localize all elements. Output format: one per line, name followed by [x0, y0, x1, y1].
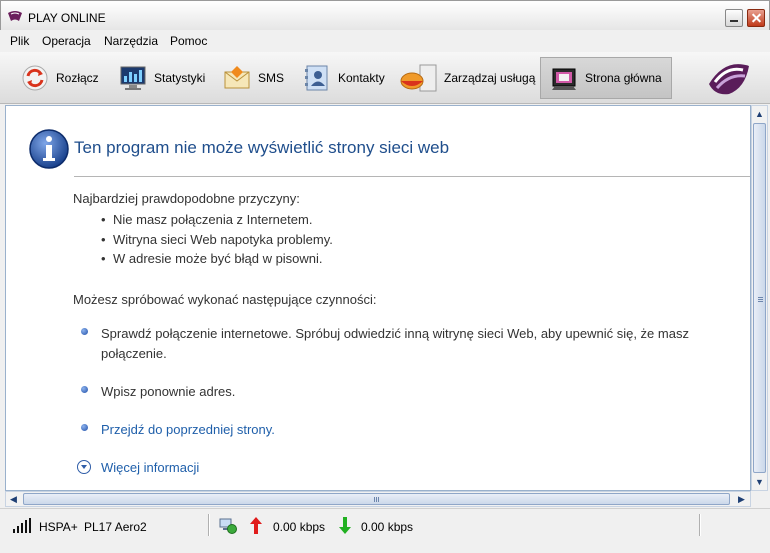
contacts-icon — [305, 65, 328, 91]
status-separator — [699, 514, 701, 536]
close-button[interactable] — [747, 9, 765, 27]
divider — [74, 176, 750, 177]
download-arrow-icon — [339, 517, 351, 534]
manage-service-button[interactable]: Zarządzaj usługą — [398, 57, 535, 99]
vertical-scrollbar[interactable]: ▲ ▼ — [751, 105, 768, 491]
menu-bar: Plik Operacja Narzędzia Pomoc — [0, 30, 770, 52]
minimize-button[interactable] — [725, 9, 743, 27]
window-title: PLAY ONLINE — [28, 11, 106, 25]
action-check-connection-cont: połączenie. — [101, 346, 167, 361]
upload-arrow-icon — [250, 517, 262, 534]
web-content: Ten program nie może wyświetlić strony s… — [5, 105, 751, 491]
status-bar: HSPA+ PL17 Aero2 0.00 kbps 0.00 kbps — [0, 508, 770, 553]
signal-strength-icon — [13, 518, 31, 533]
list-item: Nie masz połączenia z Internetem. — [101, 212, 312, 227]
device-name: PL17 Aero2 — [84, 520, 147, 534]
list-item: W adresie może być błąd w pisowni. — [101, 251, 323, 266]
network-connection-icon — [219, 518, 237, 534]
contacts-label: Kontakty — [338, 71, 385, 85]
list-item: Witryna sieci Web napotyka problemy. — [101, 232, 333, 247]
horizontal-scroll-thumb[interactable] — [23, 493, 730, 505]
play-logo-icon — [8, 11, 22, 21]
disconnect-label: Rozłącz — [56, 71, 99, 85]
menu-operation[interactable]: Operacja — [42, 34, 91, 48]
home-page-button[interactable]: Strona główna — [540, 57, 672, 99]
action-check-connection: Sprawdź połączenie internetowe. Spróbuj … — [101, 326, 689, 341]
statistics-label: Statystyki — [154, 71, 206, 85]
upload-speed: 0.00 kbps — [273, 520, 326, 534]
network-type: HSPA+ — [39, 520, 78, 534]
expand-chevron-icon[interactable] — [77, 460, 91, 474]
toolbar: Rozłącz Statystyki SMS Kontakty Zarządza… — [0, 52, 770, 104]
menu-tools[interactable]: Narzędzia — [104, 34, 158, 48]
horizontal-scrollbar[interactable]: ◀ ▶ — [5, 491, 751, 507]
disconnect-icon — [22, 65, 48, 91]
scroll-up-icon[interactable]: ▲ — [752, 106, 767, 122]
scrollbar-corner — [751, 491, 768, 507]
error-title: Ten program nie może wyświetlić strony s… — [74, 138, 450, 157]
scroll-down-icon[interactable]: ▼ — [752, 474, 767, 490]
status-separator — [208, 514, 210, 536]
play-brand-logo-icon — [709, 64, 749, 95]
causes-heading: Najbardziej prawdopodobne przyczyny: — [73, 191, 300, 206]
bullet-icon — [81, 386, 88, 393]
bullet-icon — [81, 328, 88, 335]
manage-service-icon — [400, 64, 437, 92]
scroll-right-icon[interactable]: ▶ — [734, 491, 749, 507]
bullet-icon — [81, 424, 88, 431]
menu-file[interactable]: Plik — [10, 34, 29, 48]
scroll-left-icon[interactable]: ◀ — [6, 491, 21, 507]
statistics-button[interactable]: Statystyki — [118, 57, 205, 99]
title-bar: PLAY ONLINE — [0, 0, 770, 30]
home-page-icon — [552, 68, 576, 90]
menu-help[interactable]: Pomoc — [170, 34, 207, 48]
manage-service-label: Zarządzaj usługą — [444, 71, 536, 85]
sms-label: SMS — [258, 71, 285, 85]
sms-button[interactable]: SMS — [222, 57, 284, 99]
actions-heading: Możesz spróbować wykonać następujące czy… — [73, 292, 377, 307]
action-retype-address: Wpisz ponownie adres. — [101, 384, 236, 399]
download-speed: 0.00 kbps — [361, 520, 414, 534]
vertical-scroll-thumb[interactable] — [753, 123, 766, 473]
info-icon — [29, 129, 69, 169]
disconnect-button[interactable]: Rozłącz — [20, 57, 99, 99]
go-back-link[interactable]: Przejdź do poprzedniej strony. — [101, 422, 275, 437]
statistics-icon — [120, 66, 146, 90]
home-page-label: Strona główna — [585, 71, 662, 85]
more-info-link[interactable]: Więcej informacji — [101, 460, 199, 475]
envelope-icon — [224, 66, 250, 89]
contacts-button[interactable]: Kontakty — [302, 57, 385, 99]
